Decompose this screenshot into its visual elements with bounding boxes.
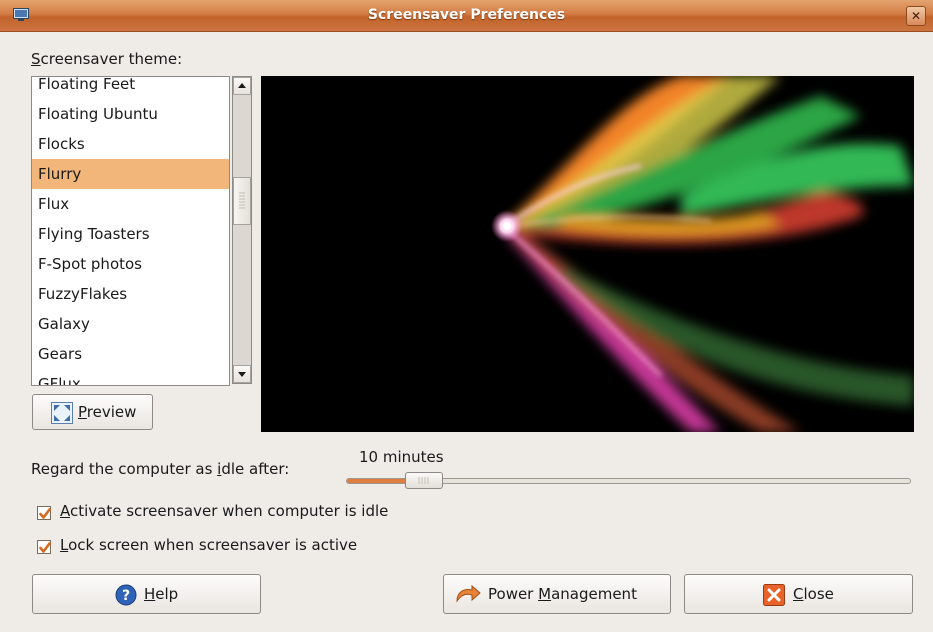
- theme-list-scrollbar[interactable]: [232, 76, 252, 384]
- activate-checkbox[interactable]: [37, 506, 51, 520]
- window-title: Screensaver Preferences: [367, 7, 566, 23]
- list-item-label: Flying Toasters: [38, 225, 150, 243]
- grip-icon: [239, 192, 245, 209]
- scroll-thumb[interactable]: [233, 177, 251, 225]
- close-icon: ✕: [910, 9, 922, 23]
- idle-value: 10 minutes: [359, 448, 444, 466]
- list-item-label: GFlux: [38, 375, 81, 386]
- list-item[interactable]: Gears: [32, 339, 229, 369]
- list-item-label: Flocks: [38, 135, 85, 153]
- list-item[interactable]: Flocks: [32, 129, 229, 159]
- arrow-down-icon: [238, 372, 246, 377]
- list-item-label: Gears: [38, 345, 83, 363]
- theme-label-text: creensaver theme:: [40, 50, 183, 68]
- checkmark-icon: [39, 542, 51, 553]
- title-bar[interactable]: Screensaver Preferences ✕: [0, 0, 933, 32]
- theme-list[interactable]: Floating Feet Floating Ubuntu Flocks Flu…: [31, 76, 230, 386]
- screensaver-preferences-window: Screensaver Preferences ✕ Screensaver th…: [0, 0, 933, 632]
- idle-label: Regard the computer as idle after:: [31, 460, 290, 478]
- list-item-label: FuzzyFlakes: [38, 285, 128, 303]
- flurry-preview-image: [491, 76, 914, 432]
- checkmark-icon: [39, 508, 51, 519]
- list-item[interactable]: Galaxy: [32, 309, 229, 339]
- arrow-up-icon: [238, 83, 246, 88]
- list-item-label: Flux: [38, 195, 70, 213]
- lock-checkbox[interactable]: [37, 540, 51, 554]
- power-management-button[interactable]: Power Management: [443, 574, 671, 614]
- list-item-label: Floating Feet: [38, 76, 136, 93]
- activate-checkbox-label[interactable]: Activate screensaver when computer is id…: [60, 502, 388, 520]
- list-item[interactable]: GFlux: [32, 369, 229, 386]
- help-button[interactable]: ? Help: [32, 574, 261, 614]
- preview-button-label: Preview: [78, 403, 137, 421]
- window-close-button[interactable]: ✕: [906, 6, 926, 26]
- power-management-icon: [456, 584, 481, 603]
- help-button-label: Help: [144, 585, 179, 603]
- help-icon: ?: [115, 584, 137, 606]
- fullscreen-icon: [51, 402, 73, 424]
- idle-slider-thumb[interactable]: [405, 472, 443, 489]
- scroll-up-button[interactable]: [233, 77, 251, 95]
- theme-label: Screensaver theme:: [31, 50, 182, 68]
- list-item-selected[interactable]: Flurry: [32, 159, 229, 189]
- list-item[interactable]: F-Spot photos: [32, 249, 229, 279]
- list-item[interactable]: Flux: [32, 189, 229, 219]
- theme-label-mnemonic: S: [31, 50, 41, 68]
- grip-icon: [418, 477, 429, 484]
- close-x-icon: [763, 584, 785, 606]
- screensaver-preview: [261, 76, 914, 432]
- list-item[interactable]: Floating Feet: [32, 76, 229, 99]
- close-button-label: Close: [793, 585, 834, 603]
- list-item-label: Flurry: [38, 165, 82, 183]
- close-button[interactable]: Close: [684, 574, 913, 614]
- list-item-label: Galaxy: [38, 315, 90, 333]
- svg-text:?: ?: [122, 588, 130, 604]
- list-item-label: F-Spot photos: [38, 255, 142, 273]
- power-management-button-label: Power Management: [488, 585, 637, 603]
- list-item[interactable]: FuzzyFlakes: [32, 279, 229, 309]
- lock-checkbox-label[interactable]: Lock screen when screensaver is active: [60, 536, 357, 554]
- list-item[interactable]: Floating Ubuntu: [32, 99, 229, 129]
- scroll-down-button[interactable]: [233, 365, 251, 383]
- preview-button[interactable]: Preview: [32, 394, 153, 430]
- list-item-label: Floating Ubuntu: [38, 105, 158, 123]
- list-item[interactable]: Flying Toasters: [32, 219, 229, 249]
